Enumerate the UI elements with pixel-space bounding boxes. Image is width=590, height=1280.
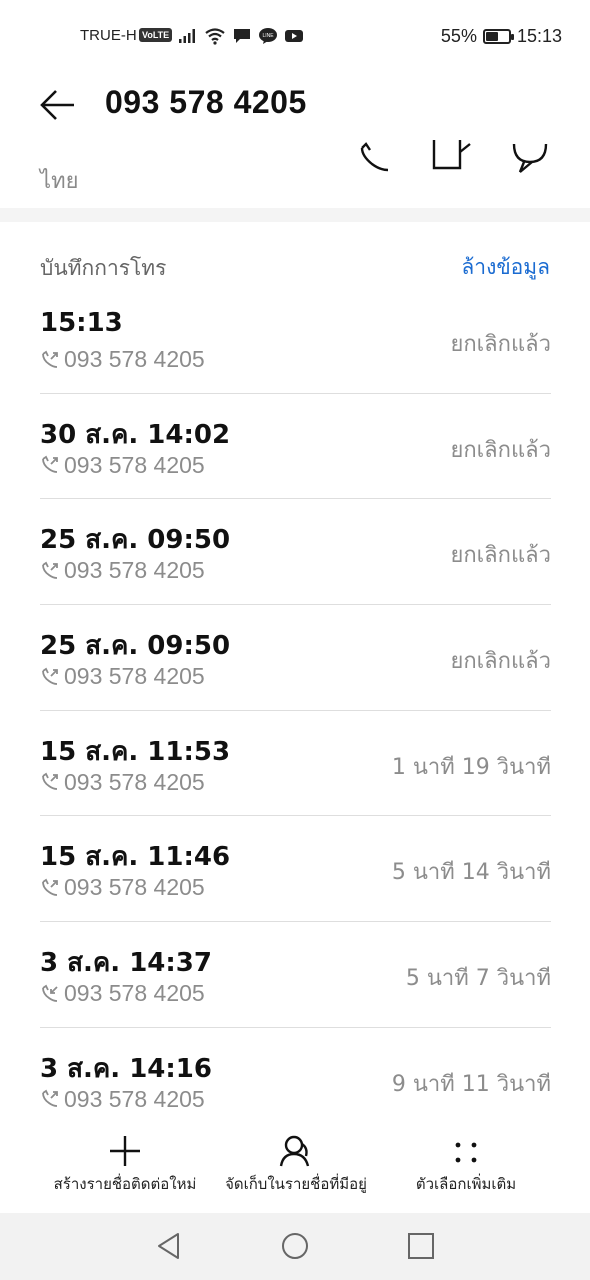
call-number: 093 578 4205	[64, 874, 205, 901]
save-existing-label: จัดเก็บในรายชื่อที่มีอยู่	[225, 1175, 367, 1193]
call-log-row[interactable]: 25 ส.ค. 09:50 093 578 4205 ยกเลิกแล้ว	[40, 605, 551, 711]
call-log-row[interactable]: 3 ส.ค. 14:16 093 578 4205 9 นาที 11 วินา…	[40, 1028, 551, 1134]
call-time: 15 ส.ค. 11:53	[40, 736, 231, 767]
call-number: 093 578 4205	[64, 1085, 205, 1112]
outgoing-call-icon	[42, 561, 58, 579]
call-duration: 5 นาที 14 วินาที	[391, 860, 551, 886]
youtube-icon	[285, 30, 303, 42]
svg-text:LINE: LINE	[262, 33, 274, 39]
clock: 15:13	[516, 26, 562, 46]
page-title: 093 578 4205	[105, 84, 307, 120]
call-number-group: 093 578 4205	[40, 452, 205, 479]
outgoing-call-icon	[42, 455, 58, 474]
battery-level	[485, 32, 498, 41]
outgoing-call-icon	[42, 667, 58, 685]
video-call-icon[interactable]	[430, 140, 474, 176]
carrier-name: TRUE-H	[80, 27, 137, 44]
outgoing-call-icon	[42, 772, 58, 791]
new-contact-button[interactable]: สร้างรายชื่อติดต่อใหม่	[48, 1134, 202, 1196]
signal-icon	[179, 29, 195, 43]
call-log-row[interactable]: 3 ส.ค. 14:37 093 578 4205 5 นาที 7 วินาท…	[40, 922, 551, 1028]
nav-recents-icon[interactable]	[406, 1231, 436, 1261]
status-right: 55% 15:13	[441, 26, 562, 47]
call-duration: ยกเลิกแล้ว	[450, 649, 551, 675]
call-number-group: 093 578 4205	[40, 980, 205, 1007]
outgoing-call-icon	[42, 878, 58, 896]
call-number: 093 578 4205	[64, 346, 205, 372]
more-dots-icon	[455, 1142, 477, 1163]
screen: TRUE-H VoLTE LINE 55% 15:13 093 578 4205…	[0, 0, 590, 1280]
call-duration: ยกเลิกแล้ว	[450, 332, 551, 357]
plus-icon	[110, 1136, 140, 1166]
call-log-row[interactable]: 30 ส.ค. 14:02 093 578 4205 ยกเลิกแล้ว	[40, 394, 551, 500]
clear-history-link[interactable]: ล้างข้อมูล	[461, 251, 550, 284]
call-duration: 1 นาที 19 วินาที	[391, 754, 551, 780]
new-contact-label: สร้างรายชื่อติดต่อใหม่	[53, 1175, 197, 1193]
call-number-group: 093 578 4205	[40, 874, 205, 901]
call-duration: ยกเลิกแล้ว	[450, 543, 551, 569]
call-number-group: 093 578 4205	[40, 346, 205, 373]
call-number: 093 578 4205	[64, 557, 205, 584]
call-number-group: 093 578 4205	[40, 557, 205, 584]
call-number-group: 093 578 4205	[40, 1086, 205, 1113]
phone-icon[interactable]	[358, 140, 394, 176]
more-options-label: ตัวเลือกเพิ่มเติม	[415, 1175, 517, 1193]
message-icon[interactable]	[510, 140, 550, 176]
action-icons	[350, 140, 560, 180]
call-log-list: 15:13 093 578 4205 ยกเลิกแล้ว 30 ส.ค. 14…	[40, 288, 551, 1134]
wifi-icon	[205, 28, 225, 45]
call-number: 093 578 4205	[64, 980, 205, 1007]
person-icon	[279, 1135, 310, 1167]
call-number-group: 093 578 4205	[40, 663, 205, 690]
line-app-icon: LINE	[259, 28, 277, 44]
call-log-row[interactable]: 25 ส.ค. 09:50 093 578 4205 ยกเลิกแล้ว	[40, 499, 551, 606]
call-time: 3 ส.ค. 14:16	[40, 1053, 212, 1084]
battery-percent: 55%	[440, 26, 477, 46]
call-number: 093 578 4205	[64, 451, 205, 478]
call-time: 25 ส.ค. 09:50	[40, 631, 231, 662]
bottom-toolbar: สร้างรายชื่อติดต่อใหม่ จัดเก็บในรายชื่อท…	[0, 1128, 590, 1213]
outgoing-call-icon	[42, 350, 58, 368]
nav-back-icon[interactable]	[154, 1231, 184, 1261]
system-nav-bar	[0, 1213, 590, 1280]
nav-home-icon[interactable]	[280, 1231, 310, 1261]
outgoing-call-icon	[42, 1089, 58, 1108]
call-duration: 5 นาที 7 วินาที	[405, 966, 551, 992]
call-log-row[interactable]: 15:13 093 578 4205 ยกเลิกแล้ว	[40, 288, 551, 394]
status-bar: TRUE-H VoLTE LINE 55% 15:13	[0, 0, 590, 76]
region-label: ไทย	[40, 169, 79, 194]
call-log-row[interactable]: 15 ส.ค. 11:53 093 578 4205 1 นาที 19 วิน…	[40, 711, 551, 817]
call-log-row[interactable]: 15 ส.ค. 11:46 093 578 4205 5 นาที 14 วิน…	[40, 816, 551, 923]
section-divider	[0, 208, 590, 222]
back-arrow-icon[interactable]	[38, 85, 78, 125]
call-time: 25 ส.ค. 09:50	[40, 525, 231, 556]
call-time: 15 ส.ค. 11:46	[40, 842, 231, 873]
incoming-call-icon	[42, 984, 58, 1002]
call-time: 15:13	[40, 308, 123, 338]
more-options-button[interactable]: ตัวเลือกเพิ่มเติม	[408, 1134, 524, 1196]
volte-badge: VoLTE	[139, 28, 173, 42]
call-time: 30 ส.ค. 14:02	[40, 419, 231, 450]
call-number: 093 578 4205	[64, 663, 205, 690]
call-duration: 9 นาที 11 วินาที	[391, 1071, 551, 1097]
chat-bubble-icon	[234, 29, 250, 43]
call-time: 3 ส.ค. 14:37	[40, 948, 212, 979]
call-number: 093 578 4205	[64, 768, 205, 795]
call-duration: ยกเลิกแล้ว	[450, 437, 551, 463]
call-number-group: 093 578 4205	[40, 769, 205, 796]
battery-icon	[482, 29, 514, 44]
save-to-existing-button[interactable]: จัดเก็บในรายชื่อที่มีอยู่	[216, 1134, 376, 1196]
call-log-title: บันทึกการโทร	[40, 256, 167, 280]
status-icons: LINE	[178, 25, 304, 47]
